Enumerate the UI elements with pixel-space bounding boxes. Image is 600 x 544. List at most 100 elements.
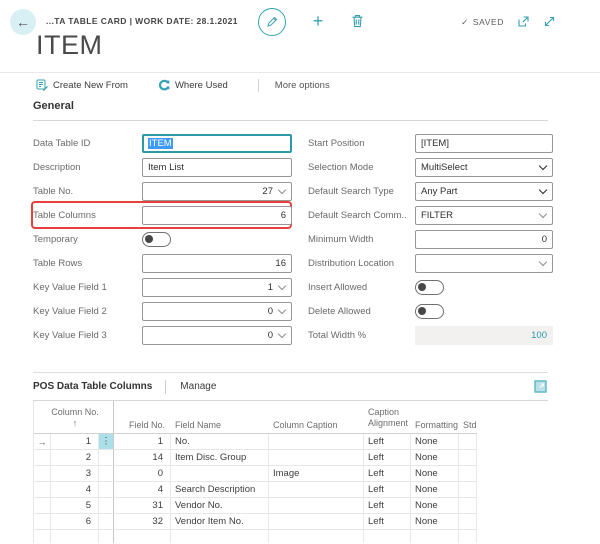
back-button[interactable]: ← bbox=[10, 9, 36, 35]
cell-column-caption[interactable]: Image bbox=[269, 466, 364, 482]
key-value-field-3-lookup[interactable]: 0 bbox=[142, 326, 292, 345]
cell-std[interactable] bbox=[459, 466, 477, 482]
cell-caption-alignment[interactable]: Left bbox=[364, 498, 411, 514]
delete-allowed-toggle[interactable] bbox=[415, 304, 444, 319]
temporary-toggle[interactable] bbox=[142, 232, 171, 247]
cell-field-no[interactable]: 0 bbox=[114, 466, 171, 482]
row-menu-kebab-icon[interactable]: ⋮ bbox=[99, 434, 114, 450]
key-value-field-1-lookup[interactable]: 1 bbox=[142, 278, 292, 297]
cell-field-name[interactable]: Vendor Item No. bbox=[171, 514, 269, 530]
cell-std[interactable] bbox=[459, 482, 477, 498]
cell-formatting[interactable]: None bbox=[411, 498, 459, 514]
create-new-from-button[interactable]: Create New From bbox=[36, 79, 128, 91]
selected-option: MultiSelect bbox=[421, 162, 467, 173]
cell-field-no[interactable]: 1 bbox=[114, 434, 171, 450]
cell-field-no[interactable]: 32 bbox=[114, 514, 171, 530]
cell-field-no[interactable]: 14 bbox=[114, 450, 171, 466]
start-position-input[interactable]: [ITEM] bbox=[415, 134, 553, 153]
active-row-marker bbox=[34, 466, 51, 482]
empty-cell[interactable] bbox=[171, 530, 269, 543]
table-columns-input[interactable]: 6 bbox=[142, 206, 292, 225]
action-bar-divider bbox=[258, 79, 259, 92]
cell-field-name[interactable]: No. bbox=[171, 434, 269, 450]
cell-caption-alignment[interactable]: Left bbox=[364, 514, 411, 530]
cell-caption-alignment[interactable]: Left bbox=[364, 434, 411, 450]
selected-option: Any Part bbox=[421, 186, 457, 197]
trash-icon bbox=[351, 14, 364, 28]
field-label-key-value-field-1: Key Value Field 1 bbox=[33, 282, 134, 293]
cell-field-name[interactable]: Search Description bbox=[171, 482, 269, 498]
field-row-temporary: Temporary bbox=[33, 227, 290, 251]
chevron-down-icon bbox=[278, 329, 286, 337]
cell-caption-alignment[interactable]: Left bbox=[364, 466, 411, 482]
column-header-field-name[interactable]: Field Name bbox=[171, 401, 269, 434]
data-table-id-input[interactable]: ITEM bbox=[142, 134, 292, 153]
table-row: 2 14Item Disc. Group LeftNone bbox=[34, 450, 477, 466]
cell-column-caption[interactable] bbox=[269, 482, 364, 498]
empty-cell[interactable] bbox=[99, 530, 114, 543]
cell-column-no[interactable]: 6 bbox=[51, 514, 99, 530]
table-rows-input[interactable]: 16 bbox=[142, 254, 292, 273]
cell-field-no[interactable]: 31 bbox=[114, 498, 171, 514]
empty-cell[interactable] bbox=[269, 530, 364, 543]
cell-column-caption[interactable] bbox=[269, 498, 364, 514]
column-header-field-no[interactable]: Field No. bbox=[114, 401, 171, 434]
field-label-default-search-comm: Default Search Comm... bbox=[308, 210, 407, 221]
empty-cell[interactable] bbox=[114, 530, 171, 543]
insert-allowed-toggle[interactable] bbox=[415, 280, 444, 295]
column-header-label: Alignment bbox=[368, 418, 408, 430]
cell-caption-alignment[interactable]: Left bbox=[364, 450, 411, 466]
key-value-field-2-lookup[interactable]: 0 bbox=[142, 302, 292, 321]
cell-column-no[interactable]: 5 bbox=[51, 498, 99, 514]
column-header-column-caption[interactable]: Column Caption bbox=[269, 401, 364, 434]
column-header-caption-alignment[interactable]: CaptionAlignment bbox=[364, 401, 411, 434]
open-part-button[interactable] bbox=[534, 380, 548, 394]
cell-std[interactable] bbox=[459, 498, 477, 514]
empty-cell[interactable] bbox=[411, 530, 459, 543]
cell-field-name[interactable]: Vendor No. bbox=[171, 498, 269, 514]
cell-column-no[interactable]: 4 bbox=[51, 482, 99, 498]
cell-field-name[interactable]: Item Disc. Group bbox=[171, 450, 269, 466]
cell-column-caption[interactable] bbox=[269, 434, 364, 450]
field-row-key-value-field-1: Key Value Field 1 1 bbox=[33, 275, 290, 299]
column-header-std[interactable]: Std. bbox=[459, 401, 477, 434]
cell-formatting[interactable]: None bbox=[411, 466, 459, 482]
where-used-button[interactable]: Where Used bbox=[158, 79, 228, 91]
cell-std[interactable] bbox=[459, 514, 477, 530]
description-input[interactable]: Item List bbox=[142, 158, 292, 177]
edit-button[interactable] bbox=[258, 8, 286, 36]
minimum-width-input[interactable]: 0 bbox=[415, 230, 553, 249]
empty-cell[interactable] bbox=[51, 530, 99, 543]
column-header-column-no[interactable]: Column No.↑ bbox=[51, 401, 99, 434]
cell-std[interactable] bbox=[459, 434, 477, 450]
cell-formatting[interactable]: None bbox=[411, 434, 459, 450]
cell-caption-alignment[interactable]: Left bbox=[364, 482, 411, 498]
cell-field-no[interactable]: 4 bbox=[114, 482, 171, 498]
cell-column-caption[interactable] bbox=[269, 450, 364, 466]
more-options-button[interactable]: More options bbox=[275, 80, 330, 91]
default-search-type-select[interactable]: Any Part bbox=[415, 182, 553, 201]
column-header-formatting[interactable]: Formatting bbox=[411, 401, 459, 434]
cell-formatting[interactable]: None bbox=[411, 482, 459, 498]
empty-cell[interactable] bbox=[459, 530, 477, 543]
distribution-location-lookup[interactable] bbox=[415, 254, 553, 273]
cell-column-no[interactable]: 2 bbox=[51, 450, 99, 466]
empty-cell[interactable] bbox=[34, 530, 51, 543]
cell-field-name[interactable] bbox=[171, 466, 269, 482]
cell-column-no[interactable]: 1 bbox=[51, 434, 99, 450]
new-button[interactable]: + bbox=[308, 10, 328, 32]
open-in-window-button[interactable] bbox=[516, 14, 530, 28]
expand-button[interactable] bbox=[542, 14, 556, 28]
cell-formatting[interactable]: None bbox=[411, 450, 459, 466]
empty-cell[interactable] bbox=[364, 530, 411, 543]
cell-formatting[interactable]: None bbox=[411, 514, 459, 530]
table-no-lookup[interactable]: 27 bbox=[142, 182, 292, 201]
saved-label: SAVED bbox=[473, 17, 504, 27]
cell-std[interactable] bbox=[459, 450, 477, 466]
selection-mode-select[interactable]: MultiSelect bbox=[415, 158, 553, 177]
delete-button[interactable] bbox=[349, 12, 365, 30]
cell-column-no[interactable]: 3 bbox=[51, 466, 99, 482]
default-search-comm-lookup[interactable]: FILTER bbox=[415, 206, 553, 225]
cell-column-caption[interactable] bbox=[269, 514, 364, 530]
manage-button[interactable]: Manage bbox=[180, 381, 216, 392]
